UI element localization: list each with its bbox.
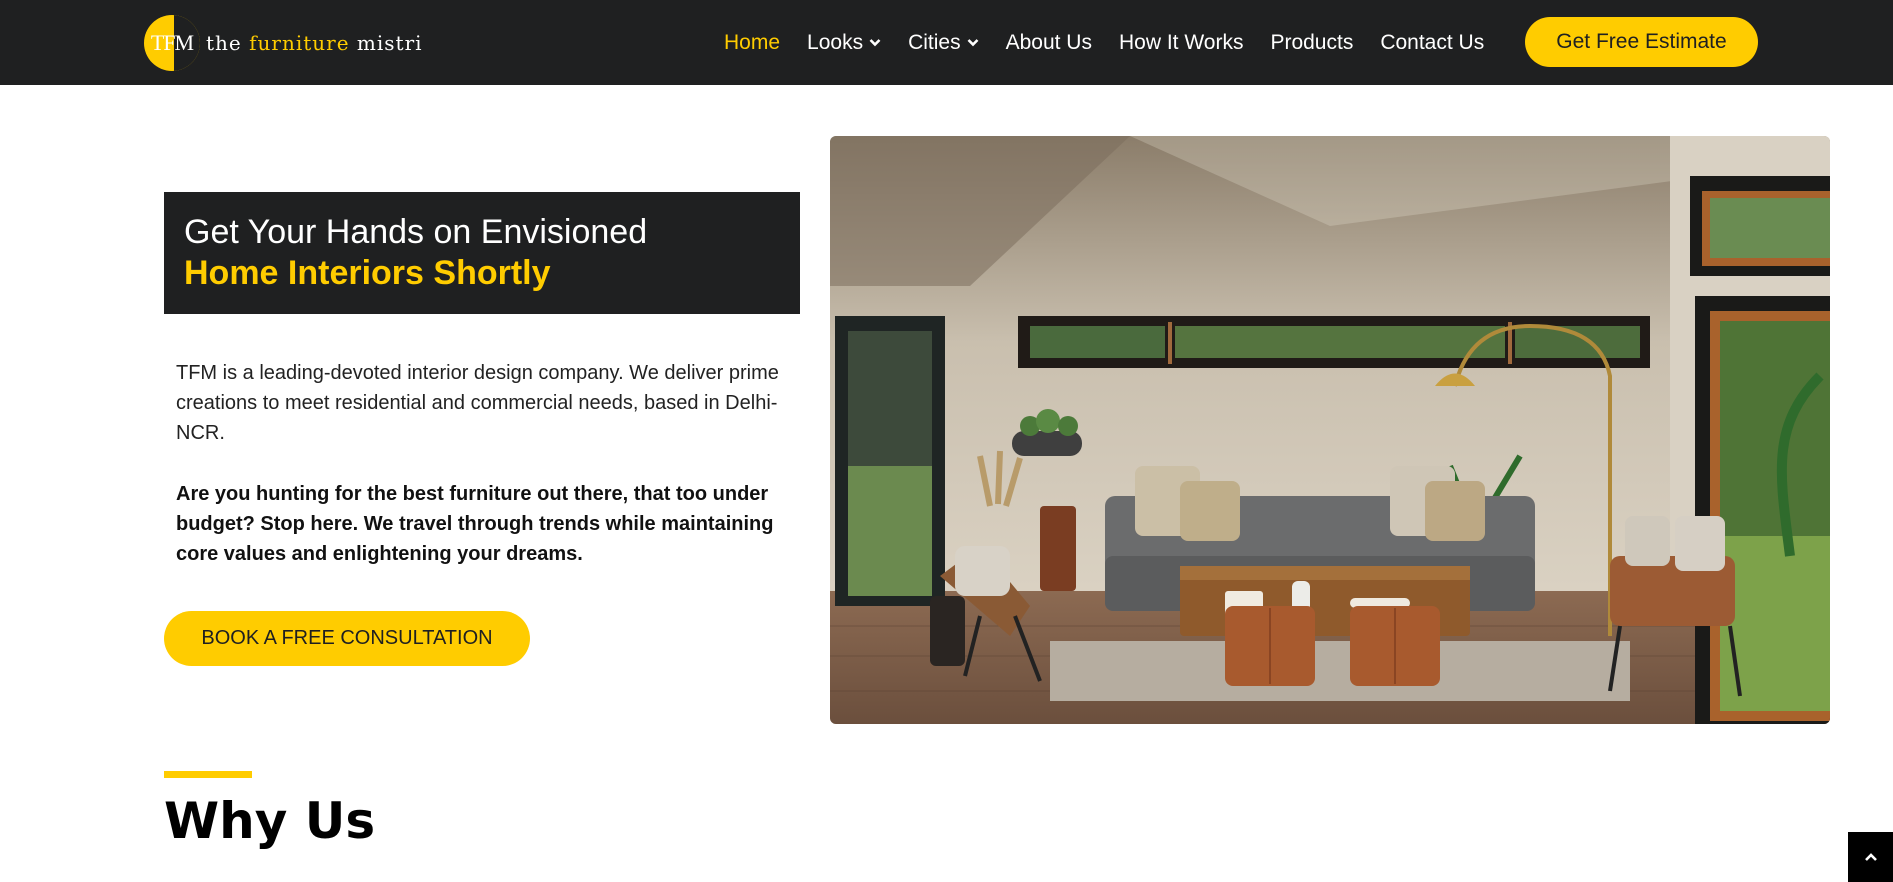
logo-initials: TFM xyxy=(150,30,194,55)
logo-badge: TFM xyxy=(144,15,200,71)
nav-how-it-works[interactable]: How It Works xyxy=(1119,31,1243,55)
nav-about-us[interactable]: About Us xyxy=(1006,31,1092,55)
get-free-estimate-button[interactable]: Get Free Estimate xyxy=(1525,17,1758,67)
nav-products[interactable]: Products xyxy=(1270,31,1353,55)
site-logo[interactable]: TFM the furniture mistri xyxy=(144,14,423,72)
nav-looks[interactable]: Looks xyxy=(807,31,881,55)
hero-heading: Get Your Hands on Envisioned Home Interi… xyxy=(164,192,800,314)
why-us-heading: Why Us xyxy=(164,792,376,850)
top-navigation-bar: TFM the furniture mistri Home Looks Citi… xyxy=(0,0,1893,85)
chevron-down-icon xyxy=(869,39,881,47)
chevron-down-icon xyxy=(967,39,979,47)
hero-intro-text: TFM is a leading-devoted interior design… xyxy=(176,362,779,444)
why-us-accent-bar xyxy=(164,771,252,778)
hero-pitch-text: Are you hunting for the best furniture o… xyxy=(176,483,774,565)
nav-contact-us[interactable]: Contact Us xyxy=(1380,31,1484,55)
nav-cities[interactable]: Cities xyxy=(908,31,979,55)
chevron-up-icon xyxy=(1864,853,1877,861)
main-nav: Home Looks Cities About Us How It Works … xyxy=(724,0,1511,85)
scroll-to-top-button[interactable] xyxy=(1848,832,1893,882)
logo-wordmark: the furniture mistri xyxy=(206,31,423,55)
nav-home[interactable]: Home xyxy=(724,31,780,55)
book-consultation-button[interactable]: BOOK A FREE CONSULTATION xyxy=(164,611,530,666)
living-room-hero-image xyxy=(830,136,1830,724)
hero-heading-line1: Get Your Hands on Envisioned xyxy=(184,213,648,251)
hero-heading-line2: Home Interiors Shortly xyxy=(184,254,551,292)
